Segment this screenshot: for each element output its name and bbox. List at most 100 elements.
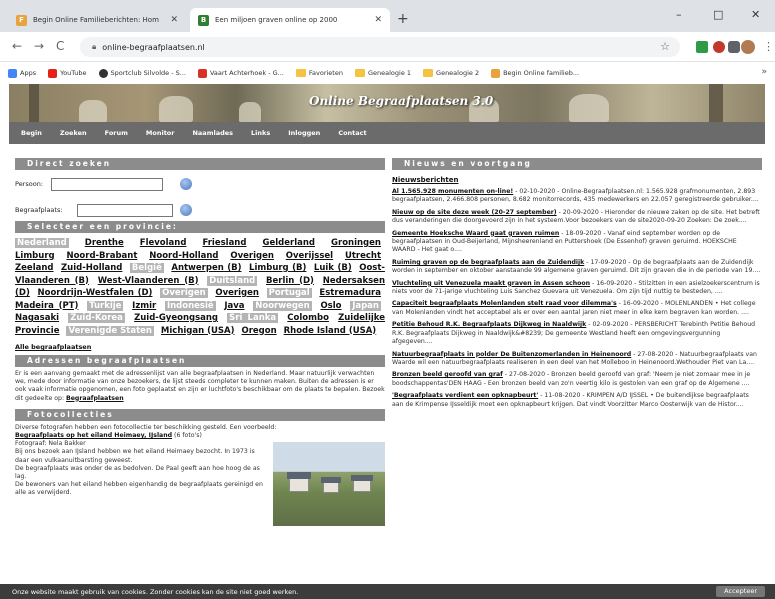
news-headline-link[interactable]: Al 1.565.928 monumenten on-line!	[392, 188, 513, 195]
provincie-link[interactable]: Java	[224, 301, 244, 311]
nav-monitor[interactable]: Monitor	[146, 129, 175, 137]
bookmark-familieberichten[interactable]: Begin Online familieb...	[491, 68, 579, 78]
new-tab-button[interactable]: +	[397, 12, 409, 26]
provincie-link[interactable]: Noord-Holland	[149, 251, 218, 261]
begraafplaats-input[interactable]	[77, 203, 173, 217]
country-link[interactable]: Japan	[350, 300, 381, 311]
minimize-button[interactable]: –	[676, 8, 682, 21]
news-headline-link[interactable]: Petitie Behoud R.K. Begraafplaats Dijkwe…	[392, 321, 586, 328]
all-cemeteries-link[interactable]: Alle begraafplaatsen	[15, 343, 91, 351]
provincie-link[interactable]: Madeira (PT)	[15, 301, 78, 311]
provincie-link[interactable]: Utrecht	[345, 251, 381, 261]
nav-zoeken[interactable]: Zoeken	[60, 129, 87, 137]
provincie-link[interactable]: Luik (B)	[314, 263, 352, 273]
provincie-link[interactable]: Overijssel	[286, 251, 333, 261]
nav-begin[interactable]: Begin	[21, 129, 42, 137]
bookmark-star-icon[interactable]: ☆	[660, 40, 670, 53]
provincie-link[interactable]: Limburg	[15, 251, 55, 261]
country-link[interactable]: Nederland	[15, 238, 69, 248]
provincie-link[interactable]: Berlin (D)	[266, 276, 314, 286]
country-link[interactable]: Zuid-Korea	[68, 313, 125, 323]
begraafplaatsen-link[interactable]: Begraafplaatsen	[66, 395, 124, 402]
provincie-link[interactable]: Zuid-Holland	[61, 263, 122, 273]
close-tab-icon[interactable]: ✕	[374, 15, 382, 25]
provincie-link[interactable]: Noordrijn-Westfalen (D)	[38, 288, 153, 298]
country-link[interactable]: Verenigde Staten	[66, 325, 154, 336]
extension-check-icon[interactable]	[696, 41, 708, 53]
country-link[interactable]: Portugal	[266, 288, 312, 298]
country-link[interactable]: Duitsland	[207, 275, 258, 286]
provincie-link[interactable]: Flevoland	[140, 238, 187, 248]
country-link[interactable]: Overigen	[160, 288, 208, 298]
provincie-link[interactable]: Zeeland	[15, 263, 53, 273]
bookmark-apps[interactable]: Apps	[8, 68, 36, 78]
address-bar[interactable]: 🔒︎ online-begraafplaatsen.nl ☆	[80, 37, 680, 57]
provincie-link[interactable]: Antwerpen (B)	[171, 263, 241, 273]
bookmark-genealogie-2[interactable]: Genealogie 2	[423, 69, 479, 77]
extensions-puzzle-icon[interactable]	[728, 41, 740, 53]
close-tab-icon[interactable]: ✕	[170, 15, 178, 25]
extension-red-icon[interactable]	[713, 41, 725, 53]
foto-example-link[interactable]: Begraafplaats op het eiland Heimaey, IJs…	[15, 432, 172, 439]
country-link[interactable]: Noorwegen	[253, 300, 312, 311]
close-window-button[interactable]: ✕	[751, 8, 760, 21]
country-link[interactable]: België	[129, 263, 164, 273]
news-headline-link[interactable]: Vluchteling uit Venezuela maakt graven i…	[392, 280, 590, 287]
provincie-link[interactable]: Limburg (B)	[249, 263, 306, 273]
provincie-link[interactable]: Noord-Brabant	[66, 251, 137, 261]
news-headline-link[interactable]: Capaciteit begraafplaats Molenlanden ste…	[392, 300, 617, 307]
bookmark-genealogie-1[interactable]: Genealogie 1	[354, 69, 411, 77]
provincie-link[interactable]: Gelderland	[263, 238, 315, 248]
persoon-input[interactable]	[51, 177, 163, 191]
provincie-link[interactable]: Nagasaki	[15, 313, 59, 323]
forward-button[interactable]: →	[34, 40, 44, 52]
bookmark-vaart[interactable]: Vaart Achterhoek - G...	[197, 68, 284, 78]
country-link[interactable]: Turkije	[87, 300, 124, 311]
profile-avatar[interactable]	[741, 40, 755, 54]
news-headline-link[interactable]: Bronzen beeld geroofd van graf	[392, 371, 503, 378]
provincie-link[interactable]: Rhode Island (USA)	[284, 326, 377, 336]
provincie-link[interactable]: Oslo	[320, 301, 341, 311]
reload-button[interactable]: C	[56, 40, 64, 52]
bookmarks-more-icon[interactable]: »	[761, 67, 767, 77]
provincie-link[interactable]: Estremadura	[319, 288, 381, 298]
begraafplaats-search-button[interactable]	[180, 204, 192, 216]
news-headline-link[interactable]: Nieuw op de site deze week (20-27 septem…	[392, 209, 557, 216]
provincie-link[interactable]: Drenthe	[85, 238, 124, 248]
provincie-link[interactable]: Overigen	[215, 288, 259, 298]
nav-inloggen[interactable]: Inloggen	[288, 129, 320, 137]
provincie-link[interactable]: Oregon	[241, 326, 276, 336]
news-headline-link[interactable]: 'Begraafplaats verdient een opknapbeurt'	[392, 392, 538, 399]
country-link[interactable]: Sri Lanka	[227, 313, 279, 323]
provincie-link[interactable]: Colombo	[287, 313, 329, 323]
bookmark-favorieten[interactable]: Favorieten	[295, 69, 343, 77]
provincie-link[interactable]: Zuid-Gyeongsang	[134, 313, 218, 323]
nav-contact[interactable]: Contact	[338, 129, 366, 137]
news-headline-link[interactable]: Natuurbegraafplaats in polder De Buitenz…	[392, 351, 631, 358]
maximize-button[interactable]: □	[713, 8, 723, 21]
site-logo-title[interactable]: Online Begraafplaatsen 3.0	[309, 94, 493, 108]
news-item: Bronzen beeld geroofd van graf - 27-08-2…	[392, 371, 762, 388]
back-button[interactable]: ←	[12, 40, 22, 52]
accept-cookies-button[interactable]: Accepteer	[716, 586, 765, 597]
nieuwsberichten-link[interactable]: Nieuwsberichten	[392, 176, 762, 184]
provincie-link[interactable]: Izmir	[132, 301, 156, 311]
provincie-link[interactable]: Overigen	[230, 251, 274, 261]
nav-links[interactable]: Links	[251, 129, 270, 137]
bookmark-sportclub[interactable]: Sportclub Silvolde - S...	[98, 68, 186, 78]
country-link[interactable]: Indonesië	[164, 300, 216, 311]
heimaey-photo[interactable]	[273, 441, 385, 526]
persoon-search-button[interactable]	[180, 178, 192, 190]
tab-begraafplaatsen[interactable]: B Een miljoen graven online op 2000 ✕	[190, 8, 390, 32]
news-headline-link[interactable]: Gemeente Hoeksche Waard gaat graven ruim…	[392, 230, 559, 237]
bookmark-youtube[interactable]: YouTube	[48, 68, 87, 78]
provincie-link[interactable]: West-Vlaanderen (B)	[98, 276, 199, 286]
provincie-link[interactable]: Michigan (USA)	[161, 326, 235, 336]
nav-forum[interactable]: Forum	[105, 129, 128, 137]
provincie-link[interactable]: Friesland	[202, 238, 246, 248]
menu-kebab-icon[interactable]: ⋮	[763, 40, 774, 53]
nav-naamlades[interactable]: Naamlades	[192, 129, 233, 137]
provincie-link[interactable]: Groningen	[331, 238, 381, 248]
tab-familieberichten[interactable]: F Begin Online Familieberichten: Hom ✕	[8, 8, 186, 32]
news-headline-link[interactable]: Ruiming graven op de begraafplaats aan d…	[392, 259, 584, 266]
